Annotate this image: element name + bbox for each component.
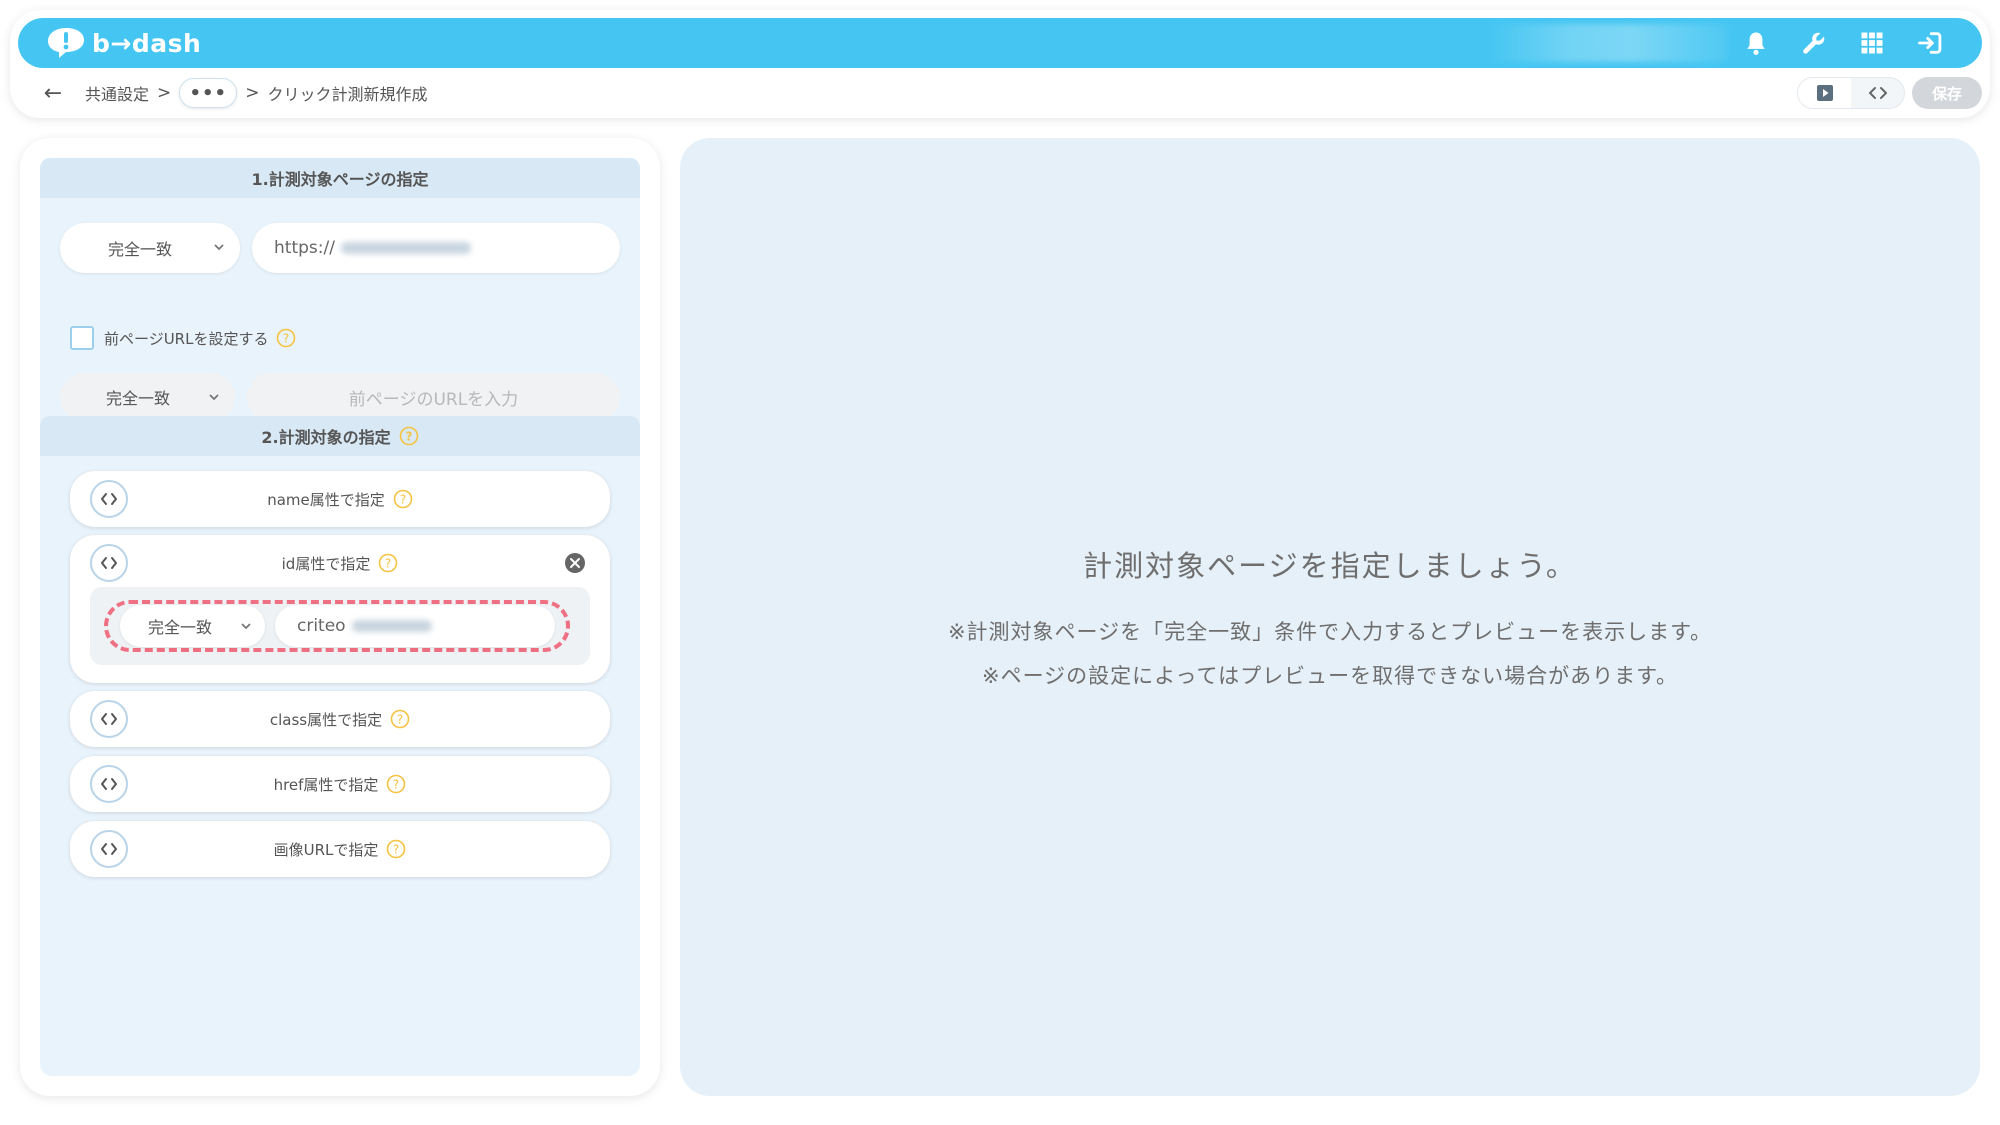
blurred-id-text bbox=[351, 620, 432, 632]
help-icon[interactable]: ? bbox=[390, 709, 410, 729]
logo[interactable]: b→dash bbox=[46, 24, 201, 62]
bell-icon[interactable] bbox=[1740, 27, 1772, 59]
chevron-down-icon bbox=[209, 394, 219, 401]
app-header: b→dash ← 共通設定 > ••• > クリック計測新規作成 保存 bbox=[10, 10, 1990, 118]
prev-url-checkbox-label: 前ページURLを設定する ? bbox=[104, 326, 296, 350]
target-label-row[interactable]: class属性で指定 ? bbox=[70, 707, 610, 731]
code-view-button[interactable] bbox=[1851, 78, 1904, 108]
logout-icon[interactable] bbox=[1914, 27, 1946, 59]
breadcrumb: 共通設定 > ••• > クリック計測新規作成 bbox=[85, 78, 428, 108]
target-card-href: href属性で指定 ? bbox=[70, 756, 610, 812]
target-card-class: class属性で指定 ? bbox=[70, 691, 610, 747]
code-icon bbox=[1868, 87, 1887, 99]
chevron-down-icon bbox=[214, 244, 224, 251]
breadcrumb-separator: > bbox=[157, 83, 172, 103]
svg-text:?: ? bbox=[400, 493, 406, 507]
logo-mark-icon bbox=[48, 28, 84, 58]
save-button[interactable]: 保存 bbox=[1912, 77, 1982, 109]
target-label: 画像URLで指定 bbox=[273, 840, 379, 859]
target-label-row[interactable]: name属性で指定 ? bbox=[70, 487, 610, 511]
back-arrow-icon[interactable]: ← bbox=[38, 78, 68, 108]
sub-bar: ← 共通設定 > ••• > クリック計測新規作成 保存 bbox=[10, 68, 1990, 118]
breadcrumb-more-button[interactable]: ••• bbox=[179, 78, 238, 108]
preview-panel: 計測対象ページを指定しましょう。 ※計測対象ページを「完全一致」条件で入力すると… bbox=[680, 138, 1980, 1096]
breadcrumb-separator: > bbox=[245, 83, 260, 103]
close-icon[interactable] bbox=[564, 552, 586, 574]
prev-match-select-value: 完全一致 bbox=[106, 389, 171, 408]
target-card-image-url: 画像URLで指定 ? bbox=[70, 821, 610, 877]
target-label-row[interactable]: 画像URLで指定 ? bbox=[70, 837, 610, 861]
prev-url-checkbox[interactable] bbox=[70, 326, 94, 350]
target-label-row[interactable]: href属性で指定 ? bbox=[70, 772, 610, 796]
section2-header: 2.計測対象の指定 ? bbox=[40, 416, 640, 456]
chevron-down-icon bbox=[241, 623, 251, 630]
settings-panel-inner: 1.計測対象ページの指定 完全一致 https:// 前ページURLを設定する … bbox=[40, 158, 640, 1076]
help-icon[interactable]: ? bbox=[386, 774, 406, 794]
help-icon[interactable]: ? bbox=[386, 839, 406, 859]
account-name-blurred bbox=[1488, 24, 1728, 62]
target-label: href属性で指定 bbox=[273, 775, 379, 794]
help-icon[interactable]: ? bbox=[393, 489, 413, 509]
id-value-input[interactable]: criteo bbox=[275, 605, 555, 647]
section2-title: 2.計測対象の指定 bbox=[261, 428, 391, 447]
prev-url-input[interactable]: 前ページのURLを入力 bbox=[247, 373, 620, 421]
page-match-select[interactable]: 完全一致 bbox=[60, 223, 240, 273]
svg-text:?: ? bbox=[385, 557, 391, 571]
id-condition-box: 完全一致 criteo bbox=[90, 587, 590, 665]
svg-text:?: ? bbox=[397, 713, 403, 727]
page-url-input[interactable]: https:// bbox=[252, 223, 620, 273]
target-card-name: name属性で指定 ? bbox=[70, 471, 610, 527]
section1-title: 1.計測対象ページの指定 bbox=[251, 170, 429, 189]
breadcrumb-item-common-settings[interactable]: 共通設定 bbox=[85, 81, 149, 105]
id-match-select-value: 完全一致 bbox=[148, 618, 213, 637]
view-toggle bbox=[1797, 77, 1905, 109]
preview-title: 計測対象ページを指定しましょう。 bbox=[1083, 549, 1577, 583]
page-url-value: https:// bbox=[274, 238, 335, 258]
target-label: name属性で指定 bbox=[267, 490, 385, 509]
page-match-select-value: 完全一致 bbox=[108, 240, 173, 259]
logo-text: b→dash bbox=[92, 28, 202, 58]
preview-note-2: ※ページの設定によってはプレビューを取得できない場合があります。 bbox=[982, 664, 1678, 688]
breadcrumb-item-current: クリック計測新規作成 bbox=[267, 85, 428, 104]
id-match-select[interactable]: 完全一致 bbox=[120, 605, 265, 647]
grid-icon[interactable] bbox=[1856, 27, 1888, 59]
wrench-icon[interactable] bbox=[1798, 27, 1830, 59]
target-label-row[interactable]: id属性で指定 ? bbox=[70, 551, 610, 575]
prev-url-label-text: 前ページURLを設定する bbox=[104, 329, 269, 348]
target-label: id属性で指定 bbox=[281, 554, 371, 573]
svg-text:?: ? bbox=[283, 332, 289, 346]
preview-note-1: ※計測対象ページを「完全一致」条件で入力するとプレビューを表示します。 bbox=[947, 620, 1713, 644]
prev-match-select[interactable]: 完全一致 bbox=[60, 373, 235, 421]
prev-url-placeholder: 前ページのURLを入力 bbox=[348, 389, 519, 410]
help-icon[interactable]: ? bbox=[399, 426, 419, 446]
blurred-url-text bbox=[340, 242, 471, 254]
help-icon[interactable]: ? bbox=[276, 328, 296, 348]
id-value: criteo bbox=[297, 616, 346, 636]
section1-body: 完全一致 https:// 前ページURLを設定する ? 完全一致 前ページのU… bbox=[40, 198, 640, 434]
section1-header: 1.計測対象ページの指定 bbox=[40, 158, 640, 198]
settings-panel: 1.計測対象ページの指定 完全一致 https:// 前ページURLを設定する … bbox=[20, 138, 660, 1096]
svg-text:?: ? bbox=[393, 843, 399, 857]
help-icon[interactable]: ? bbox=[378, 553, 398, 573]
svg-text:?: ? bbox=[405, 430, 412, 444]
play-square-icon bbox=[1816, 85, 1833, 101]
preview-view-button[interactable] bbox=[1798, 78, 1851, 108]
svg-text:?: ? bbox=[393, 778, 399, 792]
top-bar: b→dash bbox=[18, 18, 1982, 68]
target-label: class属性で指定 bbox=[269, 710, 383, 729]
target-card-id: id属性で指定 ? 完全一致 criteo bbox=[70, 535, 610, 683]
